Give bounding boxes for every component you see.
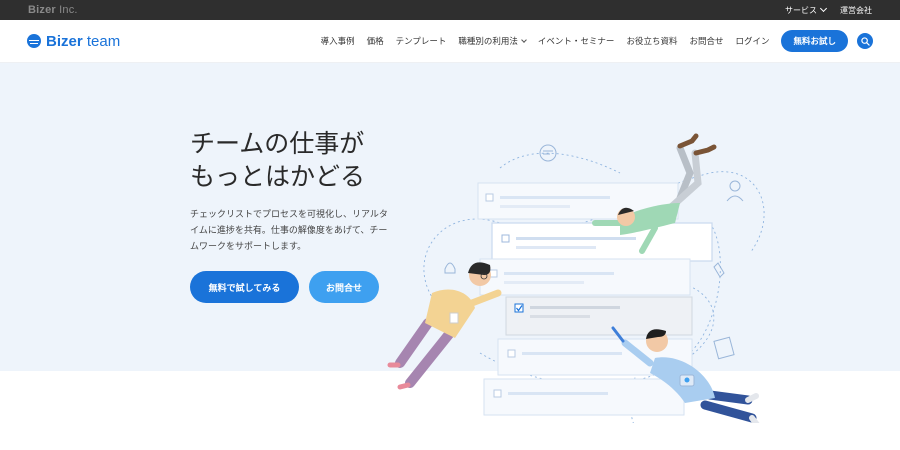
person-yellow-illustration: [387, 262, 502, 390]
topbar-services-label: サービス: [785, 5, 817, 15]
logo-text-rest: team: [82, 32, 121, 50]
hero-section: チームの仕事が もっとはかどる チェックリストでプロセスを可視化し、リアルタ イ…: [0, 63, 900, 423]
corporate-logo[interactable]: Bizer Inc.: [28, 4, 78, 16]
hero-headline-line2: もっとはかどる: [190, 162, 366, 191]
hero-lead-line2: イムに進捗を共有。仕事の解像度をあげて、チー: [190, 226, 388, 236]
corporate-name-rest: Inc.: [55, 4, 78, 16]
chevron-down-icon: [819, 4, 828, 13]
search-button[interactable]: [857, 33, 873, 49]
site-logo[interactable]: Bizer team: [27, 33, 120, 50]
try-free-button[interactable]: 無料で試してみる: [190, 271, 299, 303]
nav-label: 導入事例: [320, 37, 355, 47]
topbar-company-label: 運営会社: [840, 5, 872, 15]
logo-text: Bizer team: [46, 33, 120, 50]
corporate-name-bold: Bizer: [28, 4, 56, 16]
hero-lead-line3: ムワークをサポートします。: [190, 242, 307, 252]
contact-button[interactable]: お問合せ: [309, 271, 379, 303]
logo-mark-icon: [27, 34, 41, 48]
nav-case-studies[interactable]: 導入事例: [321, 35, 355, 47]
hero-lead-line1: チェックリストでプロセスを可視化し、リアルタ: [190, 210, 388, 220]
search-icon: [860, 36, 870, 46]
hero-illustration: [387, 133, 765, 423]
topbar-company-link[interactable]: 運営会社: [840, 5, 872, 16]
logo-text-bold: Bizer: [46, 32, 83, 50]
hero-headline-line1: チームの仕事が: [190, 129, 365, 158]
topbar-services-menu[interactable]: サービス: [785, 4, 828, 16]
top-utility-bar: Bizer Inc. サービス 運営会社: [0, 0, 900, 20]
